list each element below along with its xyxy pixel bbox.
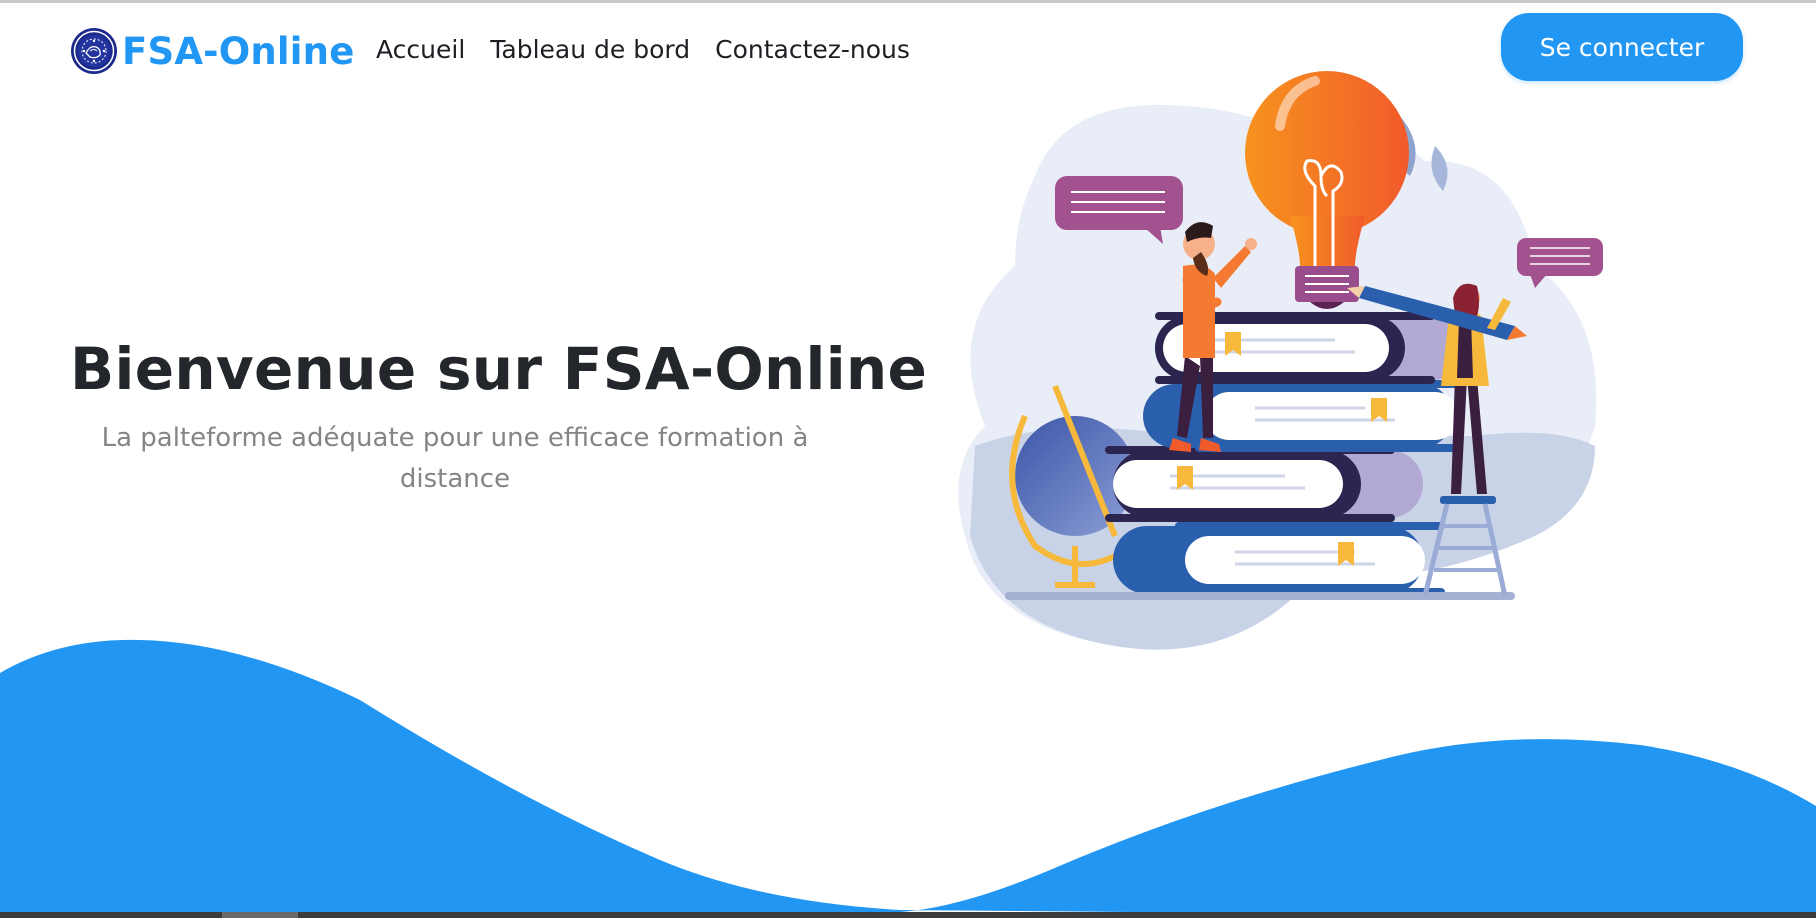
nav-link-tableau-de-bord[interactable]: Tableau de bord [490, 33, 690, 67]
books-lightbulb-illustration [958, 71, 1603, 650]
main-nav: Accueil Tableau de bord Contactez-nous [376, 33, 910, 67]
hero-subtitle: La palteforme adéquate pour une efficace… [101, 423, 809, 494]
hero-title: Bienvenue sur FSA-Online [70, 335, 928, 403]
nav-link-accueil[interactable]: Accueil [376, 33, 465, 67]
brand-link[interactable]: FSA-Online [70, 27, 355, 75]
nav-link-contact[interactable]: Contactez-nous [715, 33, 910, 67]
university-seal-icon [71, 28, 117, 74]
bottom-taskbar-segment [222, 912, 298, 918]
decorative-wave [0, 639, 1816, 918]
brand-name: FSA-Online [122, 29, 355, 73]
